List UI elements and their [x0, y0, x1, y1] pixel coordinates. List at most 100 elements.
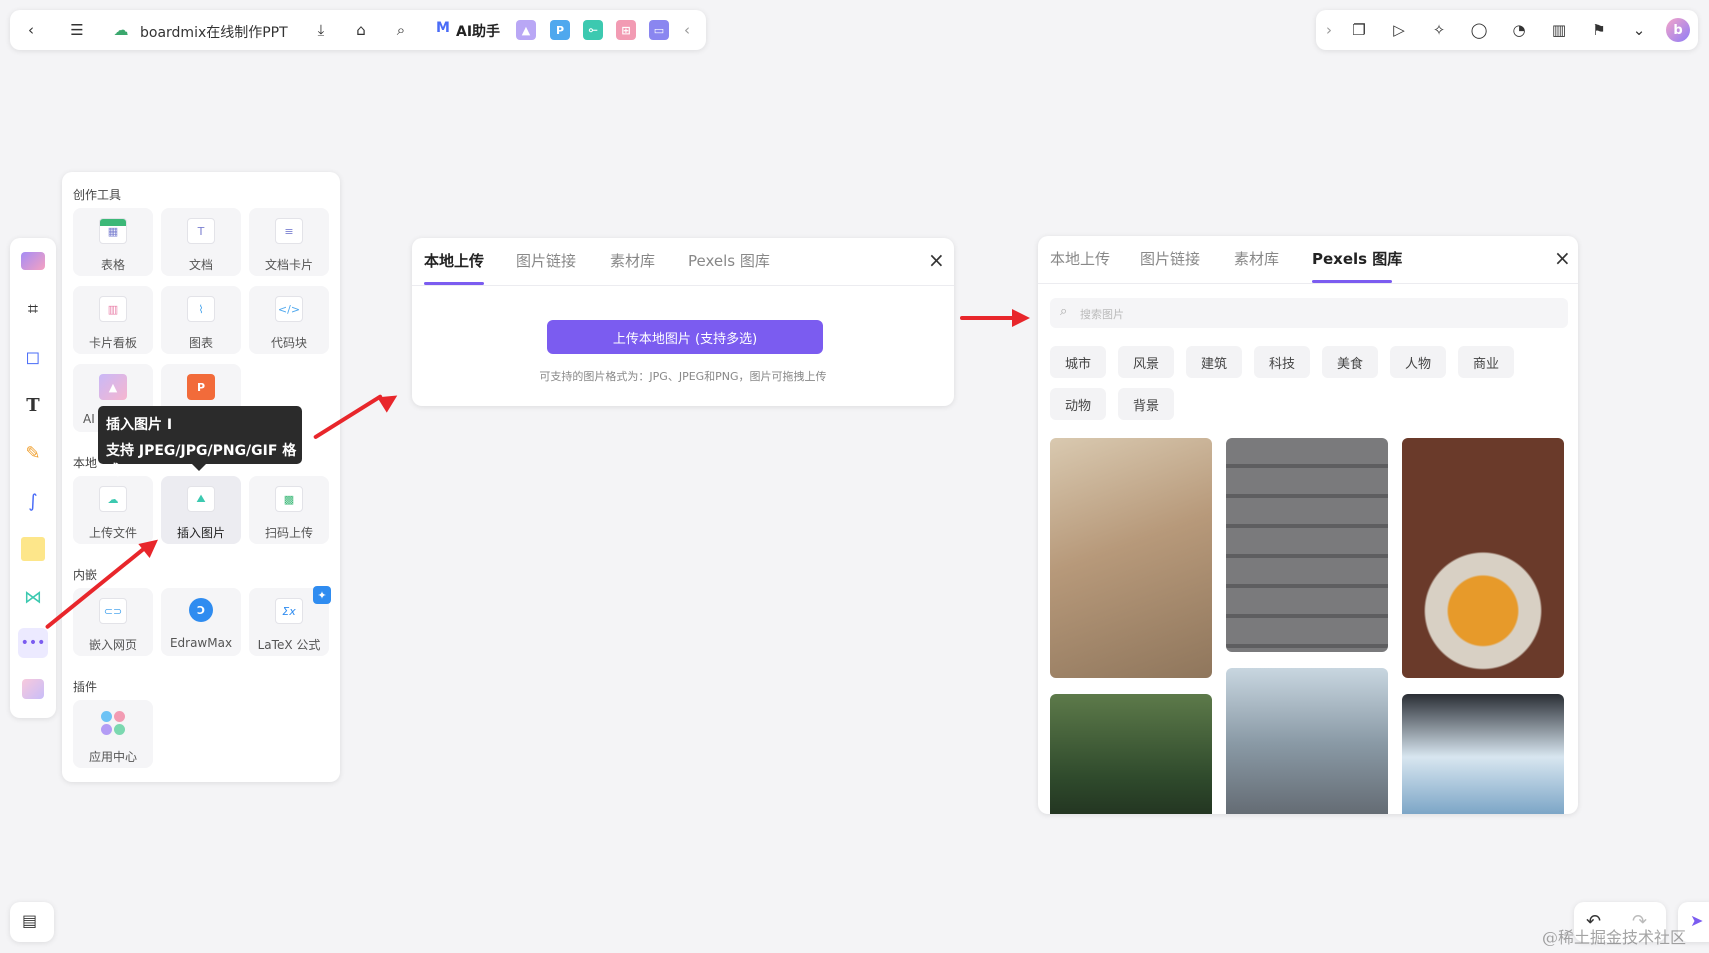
- tool-doc-card[interactable]: ≡ 文档卡片: [249, 208, 329, 276]
- tool-upload-file[interactable]: ☁ 上传文件: [73, 476, 153, 544]
- flag-icon[interactable]: ⚑: [1586, 17, 1612, 43]
- comment-icon[interactable]: ◯: [1466, 17, 1492, 43]
- tool-kanban[interactable]: ▥ 卡片看板: [73, 286, 153, 354]
- timer-icon[interactable]: ◔: [1506, 17, 1532, 43]
- category-chip[interactable]: 美食: [1322, 346, 1378, 378]
- search-icon[interactable]: ⌕: [388, 17, 414, 43]
- app-center-icon: [99, 710, 127, 736]
- tag-icon[interactable]: ⌂: [348, 17, 374, 43]
- templates-rail-icon[interactable]: [18, 246, 48, 276]
- close-icon[interactable]: ×: [1554, 246, 1571, 270]
- tool-latex[interactable]: Σx LaTeX 公式 ✦: [249, 586, 331, 656]
- left-toolbar: ⌗ ◻ T ✎ ∫ ⋈ •••: [10, 238, 56, 718]
- back-icon[interactable]: ‹: [18, 17, 44, 43]
- tool-chart[interactable]: ⌇ 图表: [161, 286, 241, 354]
- pen-icon[interactable]: ✎: [18, 438, 48, 468]
- templates-icon[interactable]: ❐: [1346, 17, 1372, 43]
- ppt-p-icon[interactable]: P: [550, 20, 570, 40]
- embed-web-icon: ⊂⊃: [99, 598, 127, 624]
- menu-icon[interactable]: ☰: [64, 17, 90, 43]
- insert-image-icon: ⛰: [187, 486, 215, 512]
- latex-icon: Σx: [275, 598, 303, 624]
- play-icon[interactable]: ▷: [1386, 17, 1412, 43]
- more-tools-icon[interactable]: •••: [18, 628, 48, 658]
- upload-hint: 可支持的图片格式为：JPG、JPEG和PNG，图片可拖拽上传: [539, 370, 827, 383]
- category-chip[interactable]: 风景: [1118, 346, 1174, 378]
- text-icon[interactable]: T: [18, 390, 48, 420]
- tab-divider: [1038, 283, 1578, 284]
- photo-pouring-sauce-food[interactable]: [1402, 438, 1564, 678]
- category-chip[interactable]: 人物: [1390, 346, 1446, 378]
- tool-table[interactable]: ▦ 表格: [73, 208, 153, 276]
- minimap-button[interactable]: ▤: [10, 902, 54, 942]
- tab-material-library[interactable]: 素材库: [1234, 248, 1279, 269]
- photo-room-with-bookshelves[interactable]: [1050, 438, 1212, 678]
- tool-label: 扫码上传: [264, 526, 313, 540]
- collapse-icon[interactable]: ‹: [674, 17, 700, 43]
- mindmap-icon[interactable]: ⟜: [583, 20, 603, 40]
- photo-woman-in-forest[interactable]: [1050, 694, 1212, 814]
- tooltip-pointer: [192, 464, 206, 471]
- tool-code-block[interactable]: </> 代码块: [249, 286, 329, 354]
- tool-label: 嵌入网页: [88, 638, 137, 652]
- tab-pexels[interactable]: Pexels 图库: [688, 250, 770, 271]
- frame-icon[interactable]: ⌗: [18, 294, 48, 324]
- table-icon: ▦: [99, 218, 127, 244]
- tool-doc[interactable]: T 文档: [161, 208, 241, 276]
- connector-icon[interactable]: ∫: [18, 486, 48, 516]
- tool-insert-image[interactable]: ⛰ 插入图片: [161, 476, 241, 544]
- category-chip[interactable]: 背景: [1118, 388, 1174, 420]
- ai-assistant-button[interactable]: M AI助手: [436, 20, 506, 40]
- category-chip[interactable]: 科技: [1254, 346, 1310, 378]
- doc-title[interactable]: boardmix在线制作PPT: [140, 22, 288, 42]
- category-chip[interactable]: 建筑: [1186, 346, 1242, 378]
- search-icon: ⌕: [1060, 304, 1068, 319]
- app-store-rail-icon[interactable]: [18, 674, 48, 704]
- upload-local-image-button[interactable]: 上传本地图片 (支持多选): [547, 320, 823, 354]
- section-create-tools: 创作工具: [73, 188, 122, 202]
- tool-label: 文档卡片: [264, 258, 313, 272]
- category-chip[interactable]: 动物: [1050, 388, 1106, 420]
- expand-icon[interactable]: ›: [1316, 17, 1342, 43]
- chat-icon[interactable]: ▭: [649, 20, 669, 40]
- download-icon[interactable]: ⤓: [308, 17, 334, 43]
- tab-material-library[interactable]: 素材库: [610, 250, 655, 271]
- tab-image-link[interactable]: 图片链接: [516, 250, 576, 271]
- tool-label: LaTeX 公式: [257, 638, 321, 652]
- watermark: @稀土掘金技术社区: [1542, 928, 1687, 947]
- tooltip-formats: 支持 JPEG/JPG/PNG/GIF 格式: [106, 443, 297, 479]
- photo-snowy-mountains[interactable]: [1226, 668, 1388, 814]
- tab-image-link[interactable]: 图片链接: [1140, 248, 1200, 269]
- tool-app-center[interactable]: 应用中心: [73, 700, 153, 768]
- tool-qr-upload[interactable]: ▩ 扫码上传: [249, 476, 329, 544]
- tool-edrawmax[interactable]: Ↄ EdrawMax: [161, 588, 241, 656]
- search-field[interactable]: ⌕ 搜索图片: [1050, 298, 1568, 328]
- ai-assistant-label: AI助手: [456, 24, 501, 40]
- upload-dialog-local: 本地上传 图片链接 素材库 Pexels 图库 × 上传本地图片 (支持多选) …: [412, 238, 954, 406]
- ai-image-icon[interactable]: ▲: [516, 20, 536, 40]
- tab-local-upload[interactable]: 本地上传: [424, 250, 484, 271]
- category-chip[interactable]: 商业: [1458, 346, 1514, 378]
- shapes-icon[interactable]: ◻: [18, 342, 48, 372]
- more-down-icon[interactable]: ⌄: [1626, 17, 1652, 43]
- celebrate-icon[interactable]: ✧: [1426, 17, 1452, 43]
- insert-image-tooltip: 插入图片 I 支持 JPEG/JPG/PNG/GIF 格式: [98, 406, 302, 479]
- close-icon[interactable]: ×: [928, 248, 945, 272]
- cloud-sync-icon: ☁: [113, 21, 129, 39]
- photo-stone-wall-children[interactable]: [1226, 438, 1388, 652]
- sticky-note-icon[interactable]: [18, 534, 48, 564]
- vote-icon[interactable]: ▥: [1546, 17, 1572, 43]
- tab-divider: [412, 285, 954, 286]
- ai-logo-icon: M: [436, 20, 450, 36]
- ai-image-icon: ▲: [99, 374, 127, 400]
- flowchart-icon[interactable]: ⊞: [616, 20, 636, 40]
- chart-icon: ⌇: [187, 296, 215, 322]
- tool-label: 插入图片: [176, 526, 225, 540]
- edrawmax-icon: Ↄ: [189, 598, 213, 622]
- tab-local-upload[interactable]: 本地上传: [1050, 248, 1110, 269]
- mindmap-rail-icon[interactable]: ⋈: [18, 582, 48, 612]
- category-chip[interactable]: 城市: [1050, 346, 1106, 378]
- tab-pexels[interactable]: Pexels 图库: [1312, 248, 1402, 269]
- avatar[interactable]: b: [1666, 18, 1690, 42]
- photo-glacier-ice[interactable]: [1402, 694, 1564, 814]
